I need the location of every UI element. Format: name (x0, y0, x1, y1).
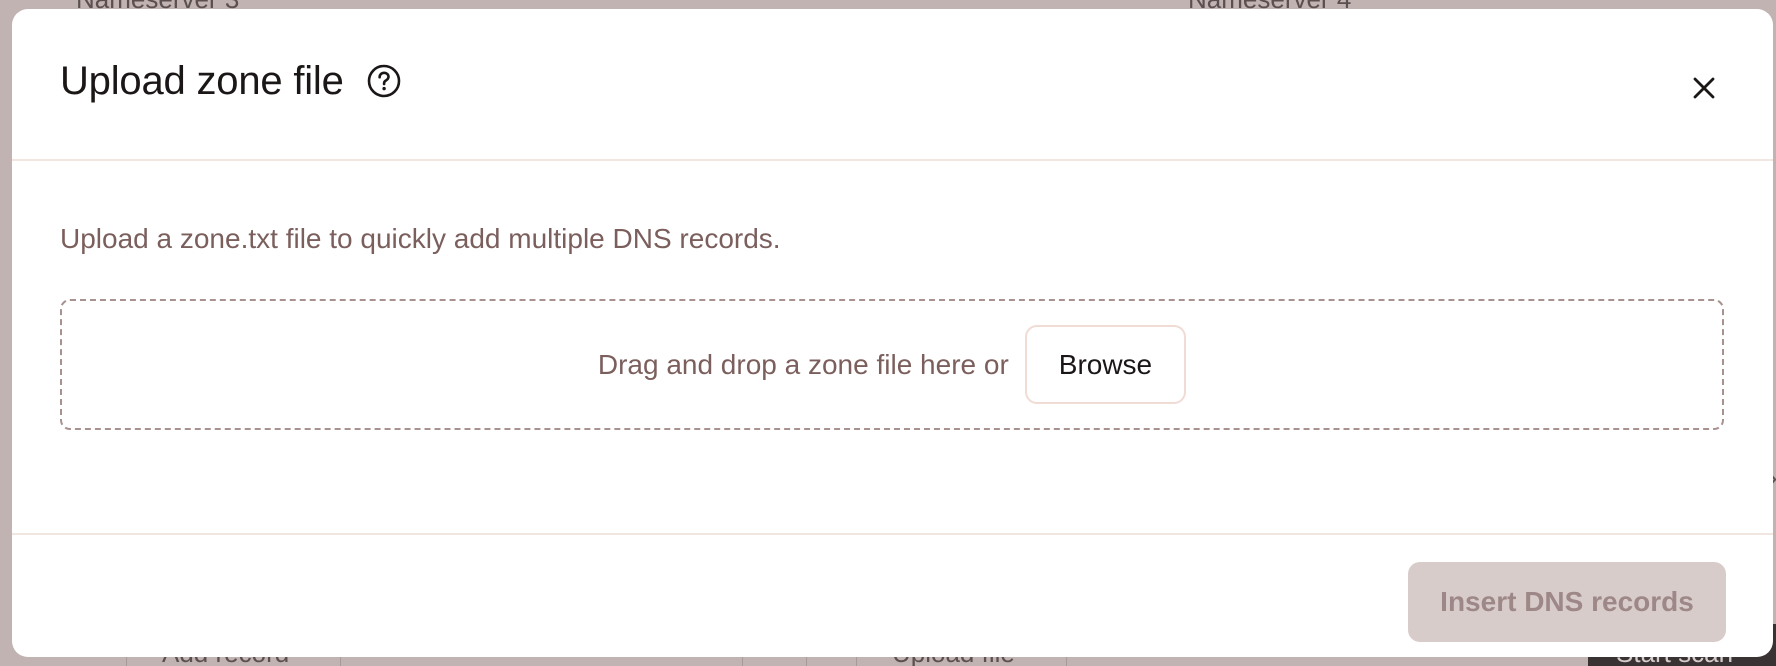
dialog-title: Upload zone file (60, 59, 344, 103)
dialog-footer: Insert DNS records (12, 535, 1773, 657)
close-icon[interactable] (1691, 75, 1717, 101)
dialog-header: Upload zone file (12, 9, 1773, 161)
insert-dns-records-button[interactable]: Insert DNS records (1408, 562, 1726, 642)
dialog-body: Upload a zone.txt file to quickly add mu… (12, 161, 1773, 535)
upload-zone-file-dialog: Upload zone file Upload a zone.txt file … (12, 9, 1773, 657)
browse-button[interactable]: Browse (1024, 325, 1187, 404)
file-dropzone[interactable]: Drag and drop a zone file here or Browse (60, 299, 1724, 430)
question-circle-icon[interactable] (366, 63, 402, 99)
dialog-title-group: Upload zone file (60, 61, 402, 101)
dialog-description: Upload a zone.txt file to quickly add mu… (60, 223, 781, 254)
dropzone-text: Drag and drop a zone file here or (597, 348, 1009, 380)
